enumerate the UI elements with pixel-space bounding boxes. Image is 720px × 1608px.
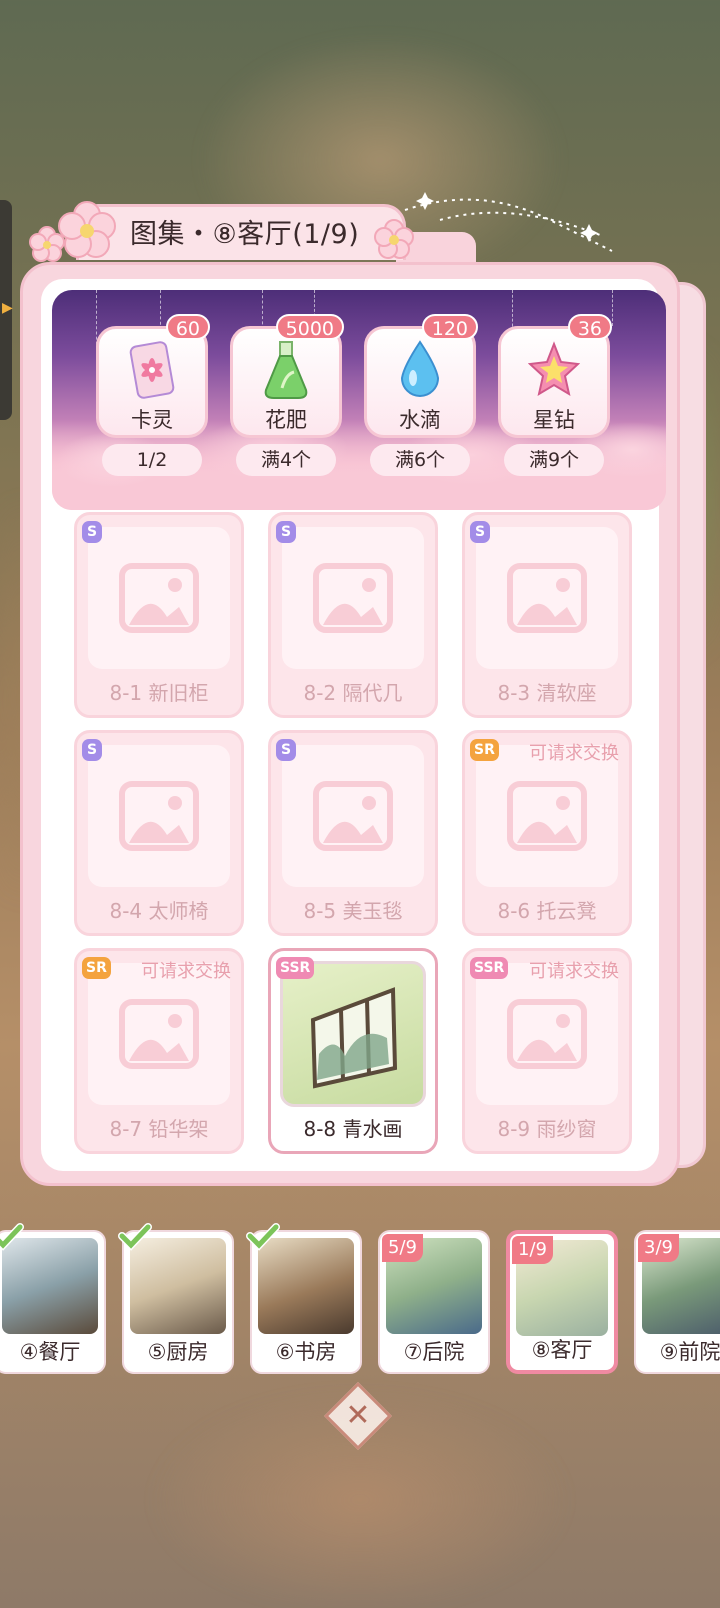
item-card[interactable]: S 8-3 清软座 <box>462 512 632 718</box>
item-name: 8-5 美玉毯 <box>303 899 403 923</box>
rarity-badge: S <box>470 521 490 543</box>
item-name: 8-1 新旧柜 <box>109 681 209 705</box>
item-name: 8-9 雨纱窗 <box>497 1117 597 1141</box>
item-card[interactable]: SSR 8-8 青水画 <box>268 948 438 1154</box>
small-blossom-icon <box>29 226 65 262</box>
room-tab[interactable]: 1/9 ⑧客厅 <box>506 1230 618 1374</box>
close-icon[interactable]: ✕ <box>334 1392 382 1440</box>
reward-requirement: 1/2 <box>102 444 202 476</box>
hanging-string <box>612 290 613 326</box>
room-progress-badge: 5/9 <box>382 1234 423 1262</box>
trade-request-label[interactable]: 可请求交换 <box>529 739 619 765</box>
reward-count: 36 <box>567 314 612 340</box>
rarity-badge: SSR <box>276 957 315 979</box>
folding-screen-painting-icon <box>310 987 398 1089</box>
reward-star-diamond[interactable]: 36 星钻 <box>498 314 612 438</box>
item-placeholder <box>88 527 230 669</box>
room-tab[interactable]: ⑥书房 <box>246 1223 362 1374</box>
item-placeholder <box>88 745 230 887</box>
item-placeholder <box>476 527 618 669</box>
room-name: ⑨前院 <box>659 1340 720 1364</box>
fertilizer-flask-icon <box>264 341 308 399</box>
reward-requirement: 满4个 <box>236 444 336 476</box>
trade-request-label[interactable]: 可请求交换 <box>529 957 619 983</box>
room-name: ④餐厅 <box>19 1340 81 1364</box>
item-placeholder <box>282 527 424 669</box>
item-placeholder <box>282 745 424 887</box>
side-drawer-handle[interactable]: ▶ <box>0 200 13 420</box>
room-tab[interactable]: 5/9 ⑦后院 <box>378 1230 490 1374</box>
item-name: 8-4 太师椅 <box>109 899 209 923</box>
image-placeholder-icon <box>119 781 199 851</box>
rarity-badge: S <box>276 739 296 761</box>
reward-water[interactable]: 120 水滴 <box>364 314 478 438</box>
rarity-badge: S <box>82 739 102 761</box>
image-placeholder-icon <box>507 781 587 851</box>
reward-fertilizer[interactable]: 5000 花肥 <box>230 314 344 438</box>
item-name: 8-3 清软座 <box>497 681 597 705</box>
reward-requirement: 满6个 <box>370 444 470 476</box>
reward-name: 星钻 <box>533 408 575 432</box>
rarity-badge: S <box>82 521 102 543</box>
title-blossom-icon <box>374 219 414 259</box>
hanging-string <box>160 290 161 330</box>
reward-count: 5000 <box>275 314 344 340</box>
room-thumbnail <box>130 1238 226 1334</box>
item-name: 8-7 铅华架 <box>109 1117 209 1141</box>
card-spirit-icon <box>129 341 175 399</box>
item-card[interactable]: S 8-1 新旧柜 <box>74 512 244 718</box>
trade-request-label[interactable]: 可请求交换 <box>141 957 231 983</box>
item-placeholder <box>476 963 618 1105</box>
room-name: ⑥书房 <box>275 1340 337 1364</box>
room-name: ⑤厨房 <box>147 1340 209 1364</box>
room-thumbnail <box>2 1238 98 1334</box>
reward-count: 60 <box>165 314 210 340</box>
room-name: ⑦后院 <box>403 1340 465 1364</box>
checkmark-icon <box>246 1223 280 1251</box>
item-card[interactable]: SSR 可请求交换 8-9 雨纱窗 <box>462 948 632 1154</box>
room-tab[interactable]: ④餐厅 <box>0 1223 106 1374</box>
image-placeholder-icon <box>313 563 393 633</box>
star-diamond-icon <box>528 341 580 397</box>
image-placeholder-icon <box>313 781 393 851</box>
sparkle-string-decoration <box>404 192 613 252</box>
checkmark-icon <box>0 1223 24 1251</box>
rewards-banner: 60 卡灵 1/2 5000 花肥 满4个 120 水滴 满6个 36 星钻 满… <box>52 290 666 510</box>
item-card[interactable]: S 8-4 太师椅 <box>74 730 244 936</box>
reward-name: 水滴 <box>399 408 441 432</box>
item-placeholder <box>476 745 618 887</box>
item-placeholder <box>88 963 230 1105</box>
room-name: ⑧客厅 <box>531 1338 593 1362</box>
item-name: 8-6 托云凳 <box>497 899 597 923</box>
item-name: 8-2 隔代几 <box>303 681 403 705</box>
reward-name: 卡灵 <box>131 408 173 432</box>
item-name: 8-8 青水画 <box>303 1117 403 1141</box>
rarity-badge: SSR <box>470 957 509 979</box>
image-placeholder-icon <box>507 563 587 633</box>
item-image <box>280 961 426 1107</box>
room-tab[interactable]: ⑤厨房 <box>118 1223 234 1374</box>
image-placeholder-icon <box>119 999 199 1069</box>
reward-count: 120 <box>421 314 478 340</box>
room-tab[interactable]: 3/9 ⑨前院 <box>634 1230 720 1374</box>
reward-card-spirit[interactable]: 60 卡灵 <box>96 314 210 438</box>
water-drop-icon <box>400 340 440 397</box>
arrow-right-icon: ▶ <box>2 300 13 316</box>
checkmark-icon <box>118 1223 152 1251</box>
reward-name: 花肥 <box>265 408 307 432</box>
image-placeholder-icon <box>507 999 587 1069</box>
rarity-badge: SR <box>470 739 499 761</box>
rarity-badge: S <box>276 521 296 543</box>
room-progress-badge: 3/9 <box>638 1234 679 1262</box>
item-card[interactable]: SR 可请求交换 8-6 托云凳 <box>462 730 632 936</box>
item-card[interactable]: SR 可请求交换 8-7 铅华架 <box>74 948 244 1154</box>
page-title: 图集・⑧客厅(1/9) <box>130 219 360 250</box>
image-placeholder-icon <box>119 563 199 633</box>
room-progress-badge: 1/9 <box>512 1236 553 1264</box>
item-card[interactable]: S 8-2 隔代几 <box>268 512 438 718</box>
rarity-badge: SR <box>82 957 111 979</box>
room-thumbnail <box>258 1238 354 1334</box>
item-card[interactable]: S 8-5 美玉毯 <box>268 730 438 936</box>
reward-requirement: 满9个 <box>504 444 604 476</box>
